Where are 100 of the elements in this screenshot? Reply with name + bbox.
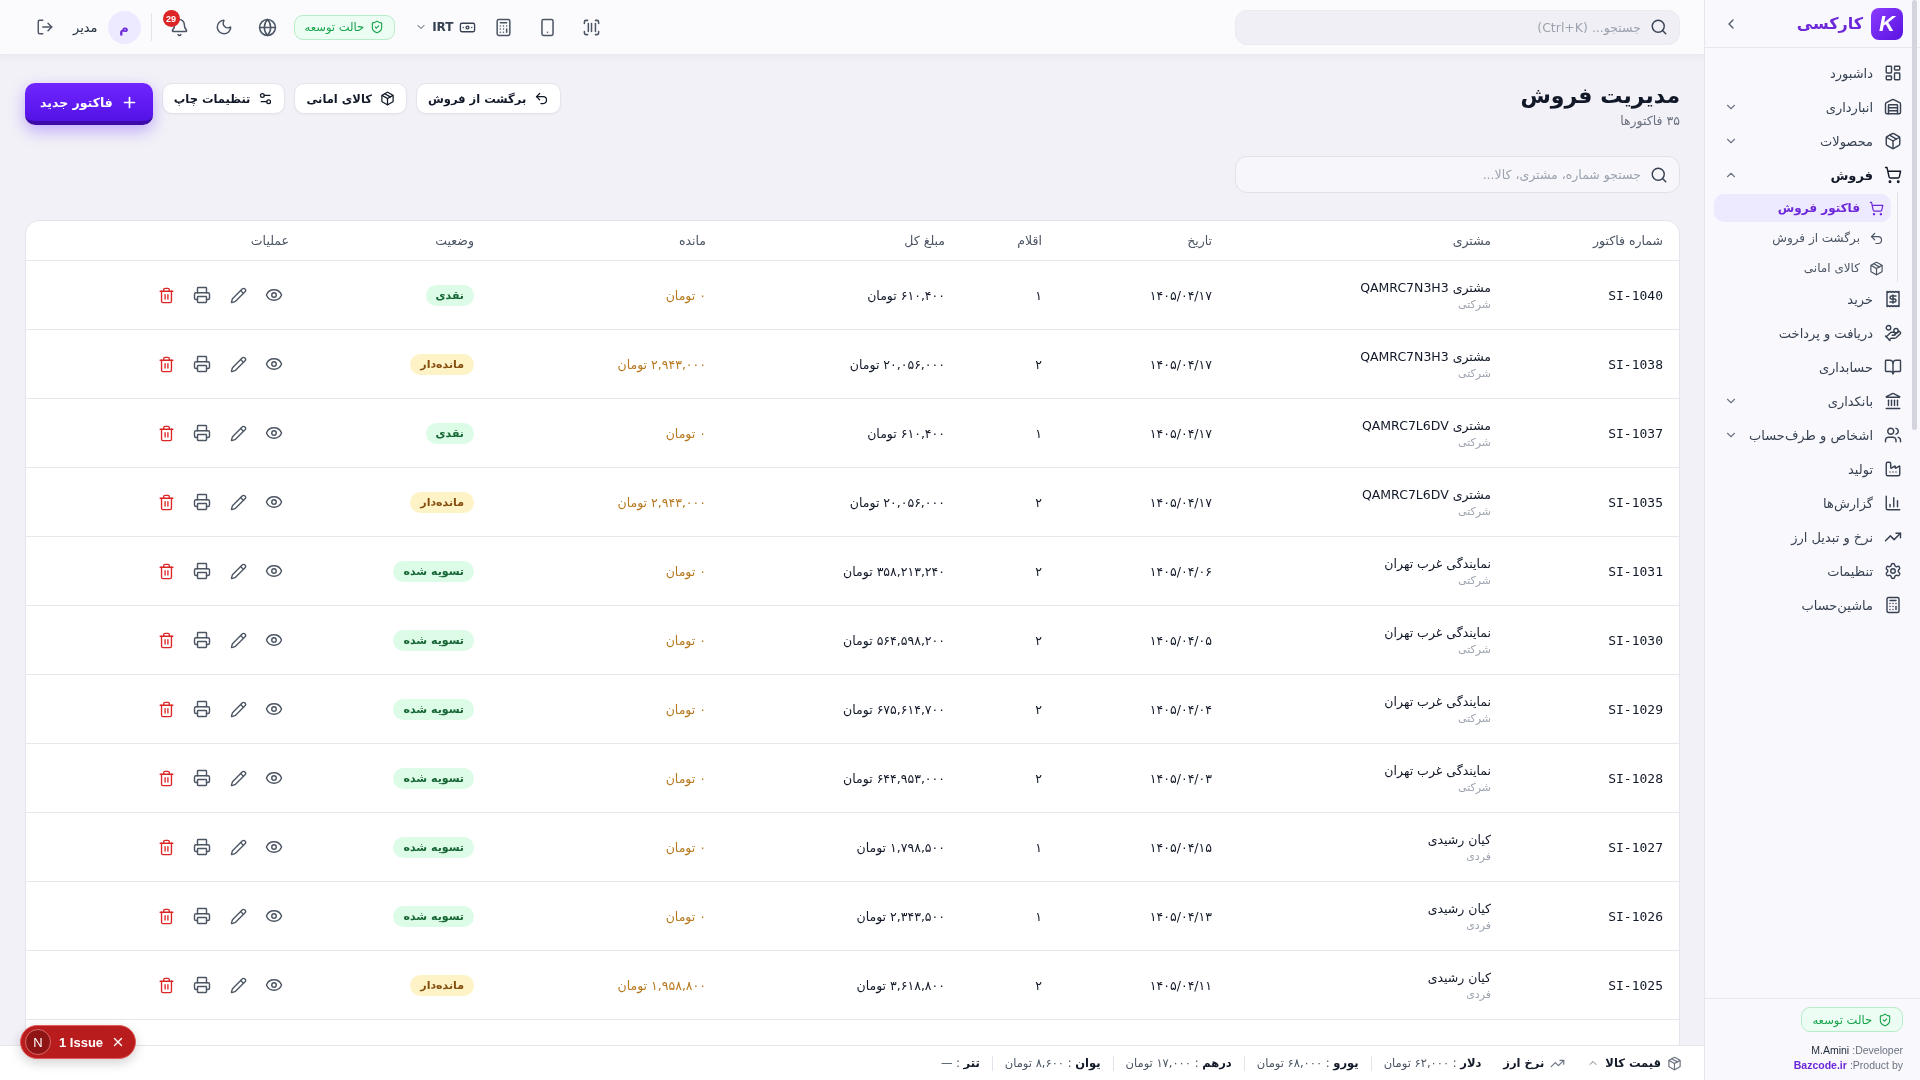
total-amount: ۶۴۴,۹۵۳,۰۰۰ تومان (843, 770, 945, 786)
credit-label: Product by: (1849, 1059, 1903, 1071)
pencil-icon (229, 562, 247, 580)
printer-icon (193, 838, 211, 856)
pencil-icon (229, 424, 247, 442)
globe-icon (258, 17, 278, 37)
sidebar-item[interactable]: حسابداری (1714, 350, 1902, 384)
item-count: ۱ (1035, 908, 1042, 924)
trash-icon (157, 493, 175, 511)
currency-selector[interactable]: IRT (413, 14, 478, 40)
print-settings-button[interactable]: تنظیمات چاپ (161, 83, 286, 114)
customer-name: مشتری QAMRC7L6DV (1361, 486, 1491, 502)
sales-return-button[interactable]: برگشت از فروش (415, 83, 562, 114)
status-badge: تسویه شده (393, 836, 474, 858)
invoice-date: ۱۴۰۵/۰۴/۱۷ (1149, 287, 1212, 303)
eye-icon (265, 562, 283, 580)
printer-icon (193, 286, 211, 304)
app-name: کارکسی (1796, 14, 1863, 33)
customer-type: شرکتی (1458, 366, 1491, 380)
new-invoice-button[interactable]: فاکتور جدید (25, 83, 153, 125)
customer-type: فردی (1466, 987, 1491, 1001)
invoice-date: ۱۴۰۵/۰۴/۱۷ (1149, 356, 1212, 372)
printer-icon (193, 976, 211, 994)
customer-type: شرکتی (1458, 435, 1491, 449)
exchange-rate: یوان : ۸,۶۰۰ تومان (1004, 1056, 1101, 1070)
sidebar-item[interactable]: اشخاص و طرف‌حساب (1714, 418, 1902, 452)
eye-icon (265, 424, 283, 442)
sidebar-item[interactable]: گزارش‌ها (1714, 486, 1902, 520)
warehouse-icon (1884, 98, 1902, 116)
exchange-rate: تتر : — (940, 1056, 980, 1070)
balance-amount: ۰ تومان (665, 425, 706, 441)
total-amount: ۶۱۰,۴۰۰ تومان (867, 287, 945, 303)
trash-icon (157, 355, 175, 373)
panel-toggle[interactable]: قیمت کالا (1587, 1055, 1682, 1071)
cart-icon (1869, 200, 1884, 216)
total-amount: ۳,۶۱۸,۸۰۰ تومان (856, 977, 945, 993)
item-count: ۱ (1035, 287, 1042, 303)
framework-logo: N (25, 1029, 51, 1055)
sidebar-item[interactable]: محصولات (1714, 124, 1902, 158)
product-link[interactable]: Bazcode.ir (1793, 1059, 1847, 1071)
sidebar-item[interactable]: بانکداری (1714, 384, 1902, 418)
customer-type: فردی (1466, 918, 1491, 932)
undo-icon (534, 91, 550, 106)
calculator-icon (494, 17, 513, 37)
issues-button[interactable]: N 1 Issue (20, 1025, 137, 1059)
item-count: ۱ (1035, 839, 1042, 855)
column-header: وضعیت (435, 233, 474, 248)
sidebar-item[interactable]: انبارداری (1714, 90, 1902, 124)
panel-toggle[interactable]: نرخ ارز (1503, 1055, 1566, 1071)
trash-icon (157, 631, 175, 649)
balance-amount: ۲,۹۴۳,۰۰۰ تومان (617, 356, 706, 372)
sidebar-item[interactable]: داشبورد (1714, 56, 1902, 90)
invoice-date: ۱۴۰۵/۰۴/۱۵ (1149, 839, 1212, 855)
sidebar-item[interactable]: تنظیمات (1714, 554, 1902, 588)
customer-type: شرکتی (1458, 780, 1491, 794)
total-amount: ۶۷۵,۶۱۴,۷۰۰ تومان (843, 701, 945, 717)
balance-amount: ۲,۹۴۳,۰۰۰ تومان (617, 494, 706, 510)
sidebar-subitem[interactable]: فاکتور فروش (1714, 194, 1891, 222)
customer-type: شرکتی (1458, 573, 1491, 587)
balance-amount: ۰ تومان (665, 287, 706, 303)
trash-icon (157, 769, 175, 787)
consignment-button[interactable]: کالای امانی (294, 83, 407, 114)
sidebar-item[interactable]: دریافت و پرداخت (1714, 316, 1902, 350)
status-badge: تسویه شده (393, 560, 474, 582)
eye-icon (265, 838, 283, 856)
credit-label: Developer: (1852, 1044, 1903, 1056)
sidebar-subitem[interactable]: کالای امانی (1714, 254, 1891, 282)
sidebar-item[interactable]: فروش (1714, 158, 1902, 192)
customer-type: شرکتی (1458, 297, 1491, 311)
eye-icon (265, 493, 283, 511)
invoice-number: SI-1025 (1608, 977, 1663, 993)
search-field[interactable]: جستجو شماره، مشتری، کالا... (1235, 156, 1680, 193)
printer-icon (193, 562, 211, 580)
sidebar-item[interactable]: ماشین‌حساب (1714, 588, 1902, 622)
status-badge: تسویه شده (393, 767, 474, 789)
total-amount: ۶۱۰,۴۰۰ تومان (867, 425, 945, 441)
invoice-date: ۱۴۰۵/۰۴/۱۷ (1149, 494, 1212, 510)
box-icon (1884, 132, 1902, 150)
notifications-button[interactable]: 29 (161, 9, 198, 45)
search-icon (1650, 165, 1668, 184)
sidebar-item[interactable]: تولید (1714, 452, 1902, 486)
sidebar-subitem[interactable]: برگشت از فروش (1714, 224, 1891, 252)
invoice-number: SI-1037 (1608, 425, 1663, 441)
trash-icon (157, 907, 175, 925)
item-count: ۲ (1035, 977, 1042, 993)
scan-icon (582, 17, 601, 37)
pencil-icon (229, 907, 247, 925)
sidebar-item[interactable]: خرید (1714, 282, 1902, 316)
box-icon (1667, 1055, 1682, 1071)
status-badge: تسویه شده (393, 698, 474, 720)
total-amount: ۵۶۴,۵۹۸,۲۰۰ تومان (843, 632, 945, 648)
avatar[interactable]: م (107, 10, 141, 44)
search-field[interactable]: جستجو... (Ctrl+K) (1235, 9, 1680, 45)
invoice-number: SI-1029 (1608, 701, 1663, 717)
mode-label: حالت توسعه (1812, 1012, 1872, 1027)
status-badge: مانده‌دار (410, 353, 474, 375)
sidebar-item[interactable]: نرخ و تبدیل ارز (1714, 520, 1902, 554)
scrollbar-thumb[interactable] (1912, 0, 1917, 430)
invoice-number: SI-1026 (1608, 908, 1663, 924)
pencil-icon (229, 769, 247, 787)
